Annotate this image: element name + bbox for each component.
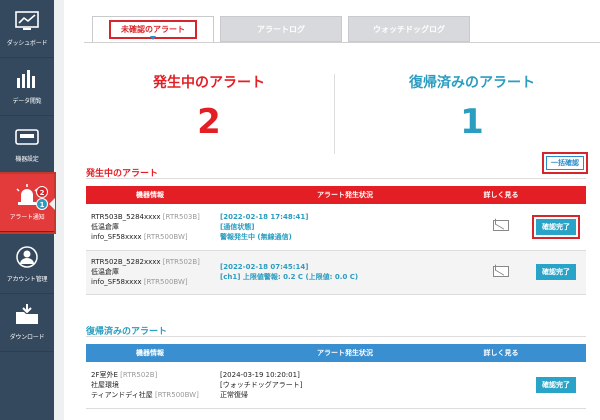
caret-down-icon: [150, 36, 156, 40]
device-name: RTR503B_5284xxxx: [91, 212, 161, 221]
recovered-section-rule: [86, 336, 586, 337]
user-icon: [14, 246, 40, 268]
tab-alert-log-label: アラートログ: [257, 24, 305, 34]
header-alert-status: アラート発生状況: [317, 191, 373, 199]
bulk-confirm-button[interactable]: 一括確認: [542, 152, 588, 174]
alert-line: [ch1] 上限値警報: 0.2 C (上限値: 0.0 C): [220, 273, 359, 281]
device-location: 低温倉庫: [91, 268, 119, 276]
recovered-summary: 復帰済みのアラート 1: [344, 72, 600, 142]
nav-device-settings[interactable]: 機器設定: [0, 116, 54, 174]
device-name: RTR502B_5282xxxx: [91, 258, 161, 266]
details-cell: [476, 204, 526, 251]
confirm-button[interactable]: 確認完了: [536, 218, 576, 235]
active-table-header: 機器情報 アラート発生状況 詳しく見る: [86, 186, 586, 204]
tab-watchdog-log-label: ウォッチドッグログ: [373, 24, 445, 34]
mail-detail-icon[interactable]: [493, 220, 509, 232]
nav-alert-notification[interactable]: 2 1 アラート通知: [0, 172, 56, 234]
details-cell: [476, 362, 526, 409]
device-info-cell: RTR502B_5282xxxx [RTR502B] 低温倉庫 info_SF5…: [86, 250, 214, 295]
download-folder-icon: [14, 304, 40, 326]
nav-dashboard-label: ダッシュボード: [6, 40, 48, 47]
active-section-rule: [86, 178, 586, 179]
device-location: 低温倉庫: [91, 222, 119, 231]
nav-data-view[interactable]: データ閲覧: [0, 58, 54, 116]
alert-badge-recovered: 1: [36, 198, 48, 210]
alert-status-cell: [2022-02-18 17:48:41] [通信状態] 警報発生中 (無線通信…: [214, 204, 476, 251]
alert-line: 正常復帰: [220, 390, 248, 399]
tab-unconfirmed-alerts[interactable]: 未確認のアラート: [92, 16, 214, 42]
active-summary: 発生中のアラート 2: [84, 72, 334, 142]
recovered-alerts-table: 機器情報 アラート発生状況 詳しく見る 2F室外E [RTR502B] 社屋環境…: [86, 344, 586, 409]
active-summary-title: 発生中のアラート: [153, 75, 265, 91]
base-unit: ティアンドディ社屋: [91, 390, 153, 399]
header-alert-status: アラート発生状況: [317, 349, 373, 357]
alert-line: 警報発生中 (無線通信): [220, 232, 292, 241]
nav-dashboard[interactable]: ダッシュボード: [0, 0, 54, 58]
alert-status-cell: [2024-03-19 10:20:01] [ウォッチドッグアラート] 正常復帰: [214, 362, 476, 409]
tab-bar: 未確認のアラート アラートログ ウォッチドッグログ: [92, 16, 476, 42]
alert-line: [2022-02-18 07:45:14]: [220, 263, 309, 271]
device-location: 社屋環境: [91, 380, 119, 389]
base-unit: info_SF58xxxx: [91, 232, 142, 241]
header-device-info: 機器情報: [136, 349, 164, 357]
device-info-cell: 2F室外E [RTR502B] 社屋環境 ティアンドディ社屋 [RTR500BW…: [86, 362, 214, 409]
action-cell: 確認完了: [526, 362, 586, 409]
recovered-table-header: 機器情報 アラート発生状況 詳しく見る: [86, 344, 586, 362]
tab-watchdog-log[interactable]: ウォッチドッグログ: [348, 16, 470, 42]
table-row: RTR502B_5282xxxx [RTR502B] 低温倉庫 info_SF5…: [86, 250, 586, 295]
mail-detail-icon[interactable]: [493, 265, 509, 277]
header-details: 詳しく見る: [483, 349, 519, 357]
recovered-summary-title: 復帰済みのアラート: [409, 75, 535, 91]
base-code: [RTR500BW]: [155, 390, 199, 399]
nav-data-view-label: データ閲覧: [12, 98, 42, 105]
nav-download-label: ダウンロード: [9, 334, 45, 341]
active-indicator: [49, 198, 55, 210]
base-code: [RTR500BW]: [143, 278, 188, 286]
table-row: 2F室外E [RTR502B] 社屋環境 ティアンドディ社屋 [RTR500BW…: [86, 362, 586, 409]
confirm-button[interactable]: 確認完了: [536, 376, 576, 393]
active-alerts-table: 機器情報 アラート発生状況 詳しく見る RTR503B_5284xxxx [RT…: [86, 186, 586, 295]
device-code: [RTR502B]: [120, 370, 158, 379]
alarm-light-icon: 2 1: [14, 184, 48, 210]
alert-line: [2024-03-19 10:20:01]: [220, 370, 300, 379]
header-device-info: 機器情報: [136, 191, 164, 199]
recovered-summary-count: 1: [460, 102, 484, 142]
active-summary-count: 2: [197, 102, 221, 142]
tab-alert-log[interactable]: アラートログ: [220, 16, 342, 42]
confirm-button[interactable]: 確認完了: [536, 264, 576, 280]
action-cell: 確認完了: [526, 204, 586, 251]
details-cell: [476, 250, 526, 295]
device-code: [RTR502B]: [162, 258, 200, 266]
action-cell: 確認完了: [526, 250, 586, 295]
device-info-cell: RTR503B_5284xxxx [RTR503B] 低温倉庫 info_SF5…: [86, 204, 214, 251]
sidebar: ダッシュボード データ閲覧 機器設定 2 1 アラート通知 アカウント管理 ダウ…: [0, 0, 56, 420]
dashboard-icon: [14, 10, 40, 32]
alert-line: [2022-02-18 17:48:41]: [220, 212, 309, 221]
bar-chart-icon: [14, 68, 40, 90]
base-unit: info_SF58xxxx: [91, 278, 142, 286]
nav-device-settings-label: 機器設定: [15, 156, 39, 163]
tab-divider: [84, 42, 600, 43]
table-row: RTR503B_5284xxxx [RTR503B] 低温倉庫 info_SF5…: [86, 204, 586, 251]
nav-account-label: アカウント管理: [6, 276, 48, 283]
bulk-confirm-label: 一括確認: [546, 156, 584, 170]
alert-line: [ウォッチドッグアラート]: [220, 380, 303, 389]
nav-alert-notification-label: アラート通知: [9, 214, 45, 221]
header-details: 詳しく見る: [483, 191, 519, 199]
base-code: [RTR500BW]: [143, 232, 188, 241]
header-action: [526, 186, 586, 204]
device-code: [RTR503B]: [162, 212, 200, 221]
device-name: 2F室外E: [91, 370, 118, 379]
confirm-highlight: 確認完了: [532, 214, 580, 239]
header-action: [526, 344, 586, 362]
main-panel: 未確認のアラート アラートログ ウォッチドッグログ 発生中のアラート 2 復帰済…: [64, 0, 600, 420]
summary-divider: [334, 74, 335, 154]
alert-status-cell: [2022-02-18 07:45:14] [ch1] 上限値警報: 0.2 C…: [214, 250, 476, 295]
alert-badge-unconfirmed: 2: [36, 186, 48, 198]
nav-account[interactable]: アカウント管理: [0, 236, 54, 294]
device-icon: [14, 126, 40, 148]
alert-line: [通信状態]: [220, 222, 255, 231]
nav-download[interactable]: ダウンロード: [0, 294, 54, 352]
